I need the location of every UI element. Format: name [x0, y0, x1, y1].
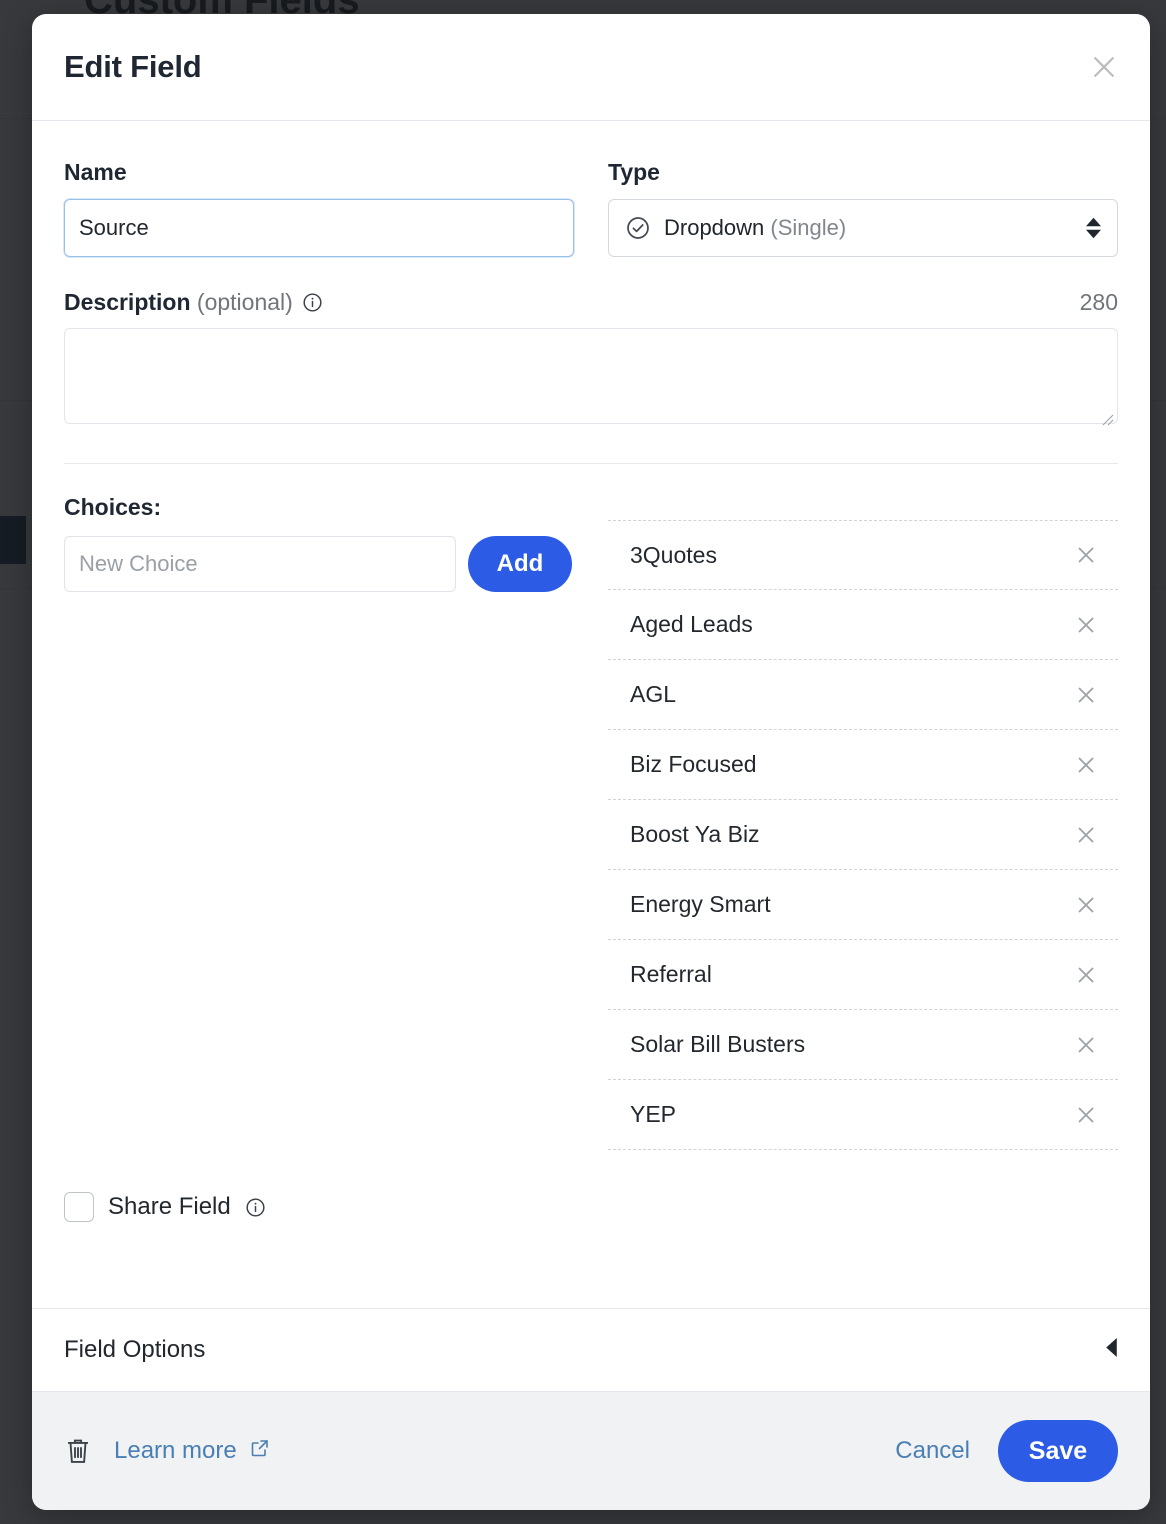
type-value-qualifier: (Single): [770, 215, 846, 240]
name-type-row: Name Type Dropdown (Single): [64, 121, 1118, 257]
remove-choice-icon[interactable]: [1072, 681, 1100, 709]
remove-choice-icon[interactable]: [1072, 1031, 1100, 1059]
share-field-row[interactable]: Share Field: [64, 1150, 1118, 1246]
save-button[interactable]: Save: [998, 1420, 1118, 1482]
name-field-group: Name: [64, 159, 574, 257]
field-options-label: Field Options: [64, 1336, 205, 1364]
remove-choice-icon[interactable]: [1072, 821, 1100, 849]
external-link-icon: [250, 1437, 270, 1465]
modal-footer: Learn more Cancel Save: [32, 1392, 1150, 1510]
description-character-counter: 280: [1080, 289, 1118, 316]
choice-row: Referral: [608, 940, 1118, 1010]
choice-label: YEP: [630, 1101, 676, 1128]
modal-title: Edit Field: [64, 49, 202, 85]
share-field-label: Share Field: [108, 1193, 231, 1221]
description-textarea[interactable]: [64, 328, 1118, 424]
choices-label: Choices:: [64, 494, 574, 521]
edit-field-modal: Edit Field Name Type: [32, 14, 1150, 1510]
share-field-checkbox[interactable]: [64, 1192, 94, 1222]
choice-label: Energy Smart: [630, 891, 771, 918]
remove-choice-icon[interactable]: [1072, 541, 1100, 569]
cancel-button[interactable]: Cancel: [895, 1437, 970, 1465]
info-icon[interactable]: [302, 292, 323, 313]
choice-label: 3Quotes: [630, 542, 717, 569]
learn-more-label: Learn more: [114, 1437, 237, 1465]
circle-check-icon: [625, 215, 651, 241]
remove-choice-icon[interactable]: [1072, 751, 1100, 779]
name-input[interactable]: [64, 199, 574, 257]
choice-row: Biz Focused: [608, 730, 1118, 800]
choices-list: 3Quotes Aged Leads AGL Biz Focused Boost Ya …: [608, 494, 1118, 1150]
choice-label: AGL: [630, 681, 676, 708]
choice-row: Energy Smart: [608, 870, 1118, 940]
choice-row: YEP: [608, 1080, 1118, 1150]
choice-row: Aged Leads: [608, 590, 1118, 660]
add-choice-button[interactable]: Add: [468, 536, 572, 592]
choice-label: Biz Focused: [630, 751, 757, 778]
chevron-left-icon: [1105, 1338, 1118, 1362]
choice-label: Aged Leads: [630, 611, 753, 638]
choices-section: Choices: Add 3Quotes Aged Leads AGL Biz Foc…: [64, 464, 1118, 1150]
choice-row: Solar Bill Busters: [608, 1010, 1118, 1080]
info-icon[interactable]: [245, 1197, 266, 1218]
new-choice-input[interactable]: [64, 536, 456, 592]
description-optional-text: (optional): [197, 289, 293, 315]
remove-choice-icon[interactable]: [1072, 961, 1100, 989]
choice-label: Solar Bill Busters: [630, 1031, 805, 1058]
choice-row: Boost Ya Biz: [608, 800, 1118, 870]
type-label: Type: [608, 159, 1118, 186]
choice-label: Boost Ya Biz: [630, 821, 760, 848]
description-label: Description (optional): [64, 289, 293, 316]
choices-add-group: Choices: Add: [64, 494, 574, 1150]
select-updown-icon: [1086, 218, 1101, 239]
type-field-group: Type Dropdown (Single): [608, 159, 1118, 257]
modal-header: Edit Field: [32, 14, 1150, 121]
close-icon[interactable]: [1082, 45, 1126, 89]
learn-more-link[interactable]: Learn more: [114, 1437, 270, 1465]
trash-icon[interactable]: [64, 1436, 92, 1466]
description-group: Description (optional) 280: [64, 257, 1118, 429]
type-select[interactable]: Dropdown (Single): [608, 199, 1118, 257]
name-label: Name: [64, 159, 574, 186]
type-value: Dropdown: [664, 215, 764, 240]
choice-row: AGL: [608, 660, 1118, 730]
remove-choice-icon[interactable]: [1072, 1101, 1100, 1129]
remove-choice-icon[interactable]: [1072, 891, 1100, 919]
description-header: Description (optional) 280: [64, 289, 1118, 316]
remove-choice-icon[interactable]: [1072, 611, 1100, 639]
modal-body: Name Type Dropdown (Single): [32, 121, 1150, 1308]
field-options-toggle[interactable]: Field Options: [32, 1308, 1150, 1392]
choice-row: 3Quotes: [608, 520, 1118, 590]
choice-label: Referral: [630, 961, 712, 988]
